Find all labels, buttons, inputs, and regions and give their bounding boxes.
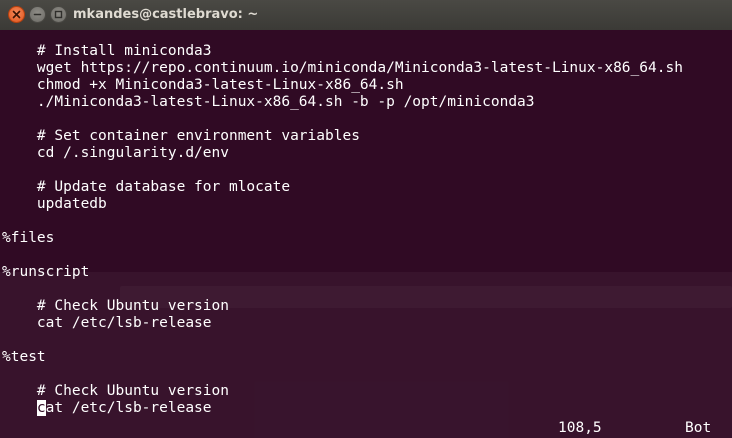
cursor-position: 108,5 [558,420,602,436]
terminal-window: mkandes@castlebravo: ~ # Install minicon… [0,0,732,438]
line-text: at /etc/lsb-release [45,400,212,416]
close-button[interactable] [8,6,25,23]
terminal-line: wget https://repo.continuum.io/miniconda… [2,60,683,76]
terminal-line-current: cat /etc/lsb-release [2,400,683,417]
terminal-line: # Update database for mlocate [2,179,291,195]
terminal-line: updatedb [2,196,107,212]
terminal-line: %runscript [2,264,90,280]
terminal-line: ./Miniconda3-latest-Linux-x86_64.sh -b -… [2,94,535,110]
close-icon [12,10,21,19]
terminal-line: # Install miniconda3 [2,43,212,59]
maximize-button[interactable] [50,6,67,23]
terminal-output[interactable]: # Install miniconda3 wget https://repo.c… [0,30,732,438]
terminal-line: cd /.singularity.d/env [2,145,229,161]
title-bar[interactable]: mkandes@castlebravo: ~ [0,0,732,31]
terminal-line: chmod +x Miniconda3-latest-Linux-x86_64.… [2,77,404,93]
terminal-line: %files [2,230,55,246]
minimize-button[interactable] [29,6,46,23]
terminal-line: # Check Ubuntu version [2,298,229,314]
window-title: mkandes@castlebravo: ~ [73,7,259,22]
maximize-icon [54,10,63,19]
scroll-indicator: Bot [685,420,712,436]
terminal-lines: # Install miniconda3 wget https://repo.c… [2,43,683,417]
terminal-line: # Check Ubuntu version [2,383,229,399]
text-cursor: c [36,400,46,416]
terminal-line: # Set container environment variables [2,128,360,144]
window-controls [8,6,67,24]
terminal-line: %test [2,349,46,365]
terminal-line: cat /etc/lsb-release [2,315,212,331]
minimize-icon [33,13,42,16]
